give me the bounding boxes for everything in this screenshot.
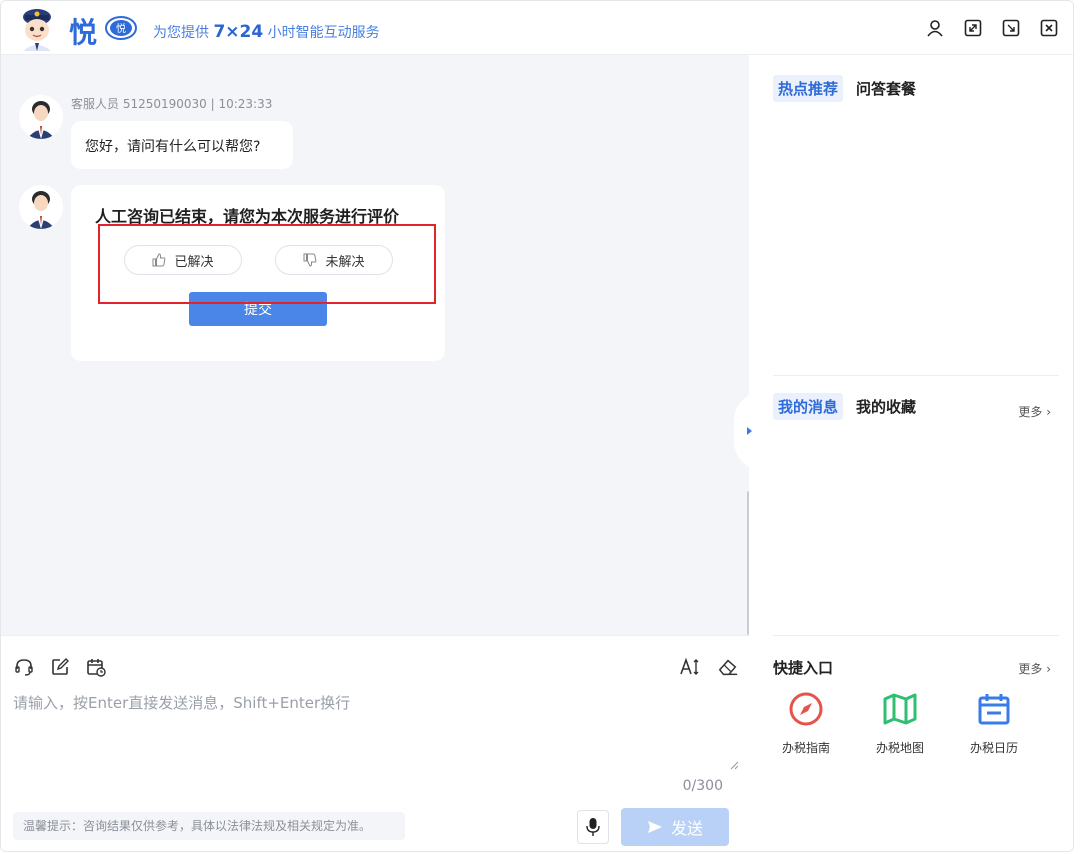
unresolved-button[interactable]: 未解决 (275, 245, 393, 275)
right-panel: 热点推荐 问答套餐 我的消息 我的收藏 更多 › 快捷入口 更多 › 办税指南 … (749, 55, 1073, 851)
tab-my-favorites[interactable]: 我的收藏 (851, 393, 921, 420)
quick-item-tax-calendar[interactable]: 办税日历 (967, 691, 1021, 756)
recommend-tabs: 热点推荐 问答套餐 (773, 75, 921, 102)
quick-entry-title: 快捷入口 (773, 659, 834, 677)
eraser-icon[interactable] (717, 656, 739, 678)
edit-icon[interactable] (49, 656, 71, 678)
divider (773, 635, 1059, 636)
tab-hot-recommend[interactable]: 热点推荐 (773, 75, 844, 102)
quick-item-tax-map[interactable]: 办税地图 (873, 691, 927, 756)
quick-item-tax-guide[interactable]: 办税指南 (779, 691, 833, 756)
tab-qa-package[interactable]: 问答套餐 (851, 75, 921, 102)
tab-my-messages[interactable]: 我的消息 (773, 393, 844, 420)
message-bubble: 您好，请问有什么可以帮您? (71, 121, 293, 169)
header-actions (925, 18, 1059, 38)
app-window: 悦 悦 为您提供 7×24 小时智能互动服务 客服人员 51250190030 … (0, 0, 1074, 852)
brand-logo-text: 悦 (69, 16, 98, 49)
agent-avatar-icon (27, 101, 55, 139)
message-tabs: 我的消息 我的收藏 (773, 393, 921, 420)
send-button[interactable]: 发送 (621, 808, 729, 846)
thumbs-down-icon (303, 253, 317, 267)
caret-right-icon (747, 427, 752, 435)
quick-entry-list: 办税指南 办税地图 办税日历 (779, 691, 1021, 756)
message-meta: 客服人员 51250190030 | 10:23:33 (71, 97, 273, 111)
agent-avatar (19, 95, 63, 139)
calendar-icon (978, 694, 1010, 725)
message-text: 您好，请问有什么可以帮您? (85, 139, 261, 155)
microphone-button[interactable] (577, 810, 609, 844)
chat-area: 客服人员 51250190030 | 10:23:33 您好，请问有什么可以帮您… (1, 55, 749, 635)
headset-icon[interactable] (13, 656, 35, 678)
char-counter: 0/300 (682, 778, 723, 794)
thumbs-up-icon (152, 253, 166, 267)
expand-icon[interactable] (963, 18, 983, 38)
submit-button[interactable]: 提交 (189, 292, 327, 326)
more-link-messages[interactable]: 更多 › (1018, 403, 1051, 420)
agent-avatar-icon (27, 191, 55, 229)
input-area: 0/300 温馨提示：咨询结果仅供参考，具体以法律法规及相关规定为准。 发送 (1, 635, 749, 851)
user-icon[interactable] (925, 18, 945, 38)
close-icon[interactable] (1039, 18, 1059, 38)
input-toolbar-right (679, 656, 739, 678)
divider (773, 375, 1059, 376)
compass-icon (789, 692, 823, 726)
slogan: 为您提供 7×24 小时智能互动服务 (153, 22, 380, 42)
header: 悦 悦 为您提供 7×24 小时智能互动服务 (1, 1, 1073, 55)
message-input[interactable] (13, 692, 737, 772)
more-link-quick[interactable]: 更多 › (1018, 660, 1051, 677)
resize-grip-icon[interactable] (729, 760, 739, 770)
font-size-icon[interactable] (679, 656, 701, 678)
svg-text:悦: 悦 (116, 22, 126, 35)
mascot-avatar-icon (23, 9, 51, 51)
calendar-clock-icon[interactable] (85, 656, 107, 678)
map-icon (883, 693, 917, 725)
minimize-icon[interactable] (1001, 18, 1021, 38)
brand-badge-icon: 悦 (105, 16, 137, 40)
resolved-button[interactable]: 已解决 (124, 245, 242, 275)
send-icon (647, 821, 662, 833)
evaluation-title: 人工咨询已结束，请您为本次服务进行评价 (95, 207, 400, 226)
microphone-icon (586, 818, 600, 836)
evaluation-card: 人工咨询已结束，请您为本次服务进行评价 已解决 未解决 提交 (71, 185, 445, 361)
agent-avatar (19, 185, 63, 229)
input-toolbar-left (13, 656, 107, 678)
tip-text: 温馨提示：咨询结果仅供参考，具体以法律法规及相关规定为准。 (13, 812, 405, 840)
